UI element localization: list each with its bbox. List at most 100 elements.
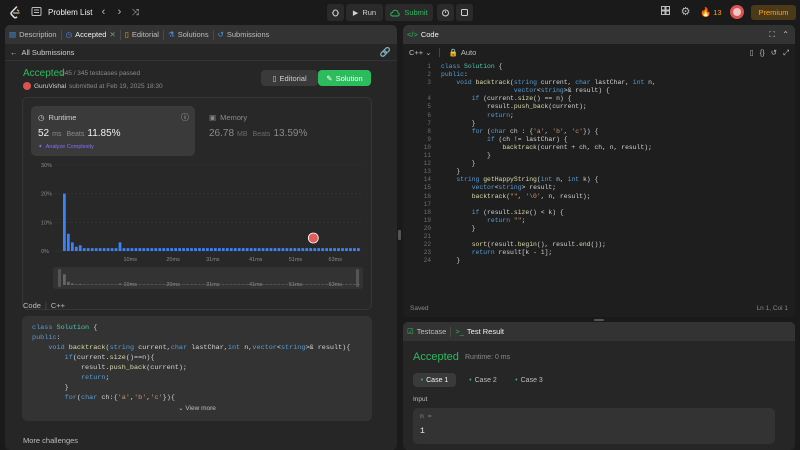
chart-bar[interactable]: [241, 248, 245, 251]
code-line[interactable]: backtrack(current + ch, ch, n, result);: [441, 144, 795, 152]
code-line[interactable]: string getHappyString(int n, int k) {: [441, 176, 795, 184]
code-line[interactable]: return;: [441, 112, 795, 120]
chart-bar[interactable]: [341, 248, 344, 251]
horizontal-splitter[interactable]: [594, 319, 604, 321]
chart-bar[interactable]: [261, 248, 265, 251]
chart-bar[interactable]: [158, 248, 162, 251]
brush-handle-right[interactable]: [356, 269, 359, 287]
code-line[interactable]: public:: [441, 71, 795, 79]
chart-bar[interactable]: [146, 248, 150, 251]
editorial-button[interactable]: ▯ Editorial: [261, 70, 318, 86]
brush-handle-left[interactable]: [58, 269, 61, 287]
chart-bar[interactable]: [257, 248, 261, 251]
chart-bar[interactable]: [210, 248, 213, 251]
chart-bar[interactable]: [233, 248, 237, 251]
auto-mode[interactable]: 🔒 Auto: [448, 48, 476, 57]
code-line[interactable]: result.push_back(current);: [441, 103, 795, 111]
chart-bar[interactable]: [277, 248, 281, 251]
chart-bar[interactable]: [273, 248, 277, 251]
memory-card[interactable]: ▣ Memory 26.78 MB Beats 13.59%: [205, 106, 365, 156]
code-line[interactable]: if (current.size() == n) {: [441, 95, 795, 103]
chart-bar[interactable]: [174, 248, 178, 251]
chart-bar[interactable]: [98, 248, 102, 251]
chart-bar[interactable]: [94, 248, 98, 251]
shuffle-icon[interactable]: ⤨: [129, 6, 142, 19]
chart-bar[interactable]: [78, 245, 82, 251]
chart-bar[interactable]: [313, 248, 317, 251]
chart-bar[interactable]: [321, 248, 325, 251]
code-line[interactable]: vector<string>& result) {: [441, 87, 795, 95]
chart-bar[interactable]: [70, 242, 74, 251]
premium-button[interactable]: Premium: [751, 5, 796, 20]
chart-bar[interactable]: [357, 248, 360, 251]
avatar[interactable]: [730, 5, 744, 19]
chart-bar[interactable]: [166, 248, 170, 251]
code-line[interactable]: return result[k - 1];: [441, 249, 795, 257]
sidebar-toggle-icon[interactable]: [30, 6, 43, 19]
chart-bar[interactable]: [190, 248, 193, 251]
prev-problem-icon[interactable]: ‹: [97, 6, 110, 19]
collapse-icon[interactable]: ⌃: [782, 30, 789, 39]
code-line[interactable]: if (ch != lastChar) {: [441, 136, 795, 144]
chart-bar[interactable]: [297, 248, 301, 251]
chart-bar[interactable]: [309, 248, 313, 251]
chart-bar[interactable]: [289, 248, 293, 251]
code-line[interactable]: void backtrack(string current, char last…: [441, 79, 795, 87]
case-tab-1[interactable]: • Case 1: [413, 373, 456, 387]
chart-bar[interactable]: [154, 248, 158, 251]
tab-description[interactable]: ▤ Description: [5, 25, 61, 44]
code-line[interactable]: vector<string> result;: [441, 184, 795, 192]
vertical-splitter[interactable]: [398, 230, 401, 240]
problem-list-link[interactable]: Problem List: [48, 8, 92, 17]
share-link-icon[interactable]: 🔗: [380, 47, 391, 58]
code-line[interactable]: }: [441, 152, 795, 160]
code-line[interactable]: }: [441, 160, 795, 168]
chart-bar[interactable]: [130, 248, 134, 251]
code-editor[interactable]: 1 2 3 4 5 6 7 8 9 10 11 12 13 14 15 16 17 18 19 20 21 22 23 24 …: [403, 63, 795, 295]
runtime-card[interactable]: ◷ Runtime ⓘ 52 ms Beats 11.85% ✦ Analyze…: [31, 106, 195, 156]
chart-bar[interactable]: [150, 248, 154, 251]
chart-bar[interactable]: [182, 248, 185, 251]
chart-bar[interactable]: [345, 248, 348, 251]
info-icon[interactable]: ⓘ: [181, 112, 189, 123]
chart-bar[interactable]: [253, 248, 257, 251]
close-tab-icon[interactable]: ✕: [109, 30, 115, 39]
chart-bar[interactable]: [281, 248, 285, 251]
code-line[interactable]: return "";: [441, 217, 795, 225]
chart-bar[interactable]: [134, 248, 138, 251]
chart-bar[interactable]: [305, 248, 309, 251]
chart-bar[interactable]: [333, 248, 336, 251]
chart-bar[interactable]: [198, 248, 201, 251]
chart-bar[interactable]: [293, 248, 297, 251]
submit-button[interactable]: Submit: [385, 4, 433, 21]
code-line[interactable]: [441, 201, 795, 209]
chart-bar[interactable]: [170, 248, 174, 251]
chart-bar[interactable]: [66, 233, 70, 251]
chart-bar[interactable]: [74, 246, 78, 251]
chart-bar[interactable]: [206, 248, 209, 251]
chart-bar[interactable]: [213, 248, 217, 251]
chart-bar[interactable]: [217, 248, 221, 251]
bookmark-icon[interactable]: ▯: [750, 48, 754, 58]
case-tab-2[interactable]: • Case 2: [463, 373, 503, 387]
debug-button[interactable]: [327, 4, 344, 21]
braces-icon[interactable]: {}: [760, 48, 765, 58]
chart-bar[interactable]: [178, 248, 181, 251]
analyze-complexity-link[interactable]: ✦ Analyze Complexity: [38, 144, 94, 150]
chart-bar[interactable]: [118, 242, 122, 251]
code-line[interactable]: for (char ch : {'a', 'b', 'c'}) {: [441, 128, 795, 136]
back-to-submissions[interactable]: ← All Submissions: [10, 48, 74, 57]
chart-bar[interactable]: [106, 248, 110, 251]
chart-bar[interactable]: [237, 248, 241, 251]
code-line[interactable]: backtrack("", '\0', n, result);: [441, 193, 795, 201]
chart-bar[interactable]: [329, 248, 332, 251]
tab-editorial[interactable]: ▯ Editorial: [121, 25, 163, 44]
streak-counter[interactable]: 🔥 13: [700, 7, 722, 18]
code-line[interactable]: }: [441, 168, 795, 176]
layout-icon[interactable]: [659, 6, 672, 19]
tab-code[interactable]: </> Code: [403, 25, 443, 44]
tab-testcase[interactable]: ☑ Testcase: [403, 322, 450, 341]
chart-bar[interactable]: [194, 248, 197, 251]
leetcode-logo-icon[interactable]: [9, 6, 21, 19]
code-line[interactable]: [441, 233, 795, 241]
